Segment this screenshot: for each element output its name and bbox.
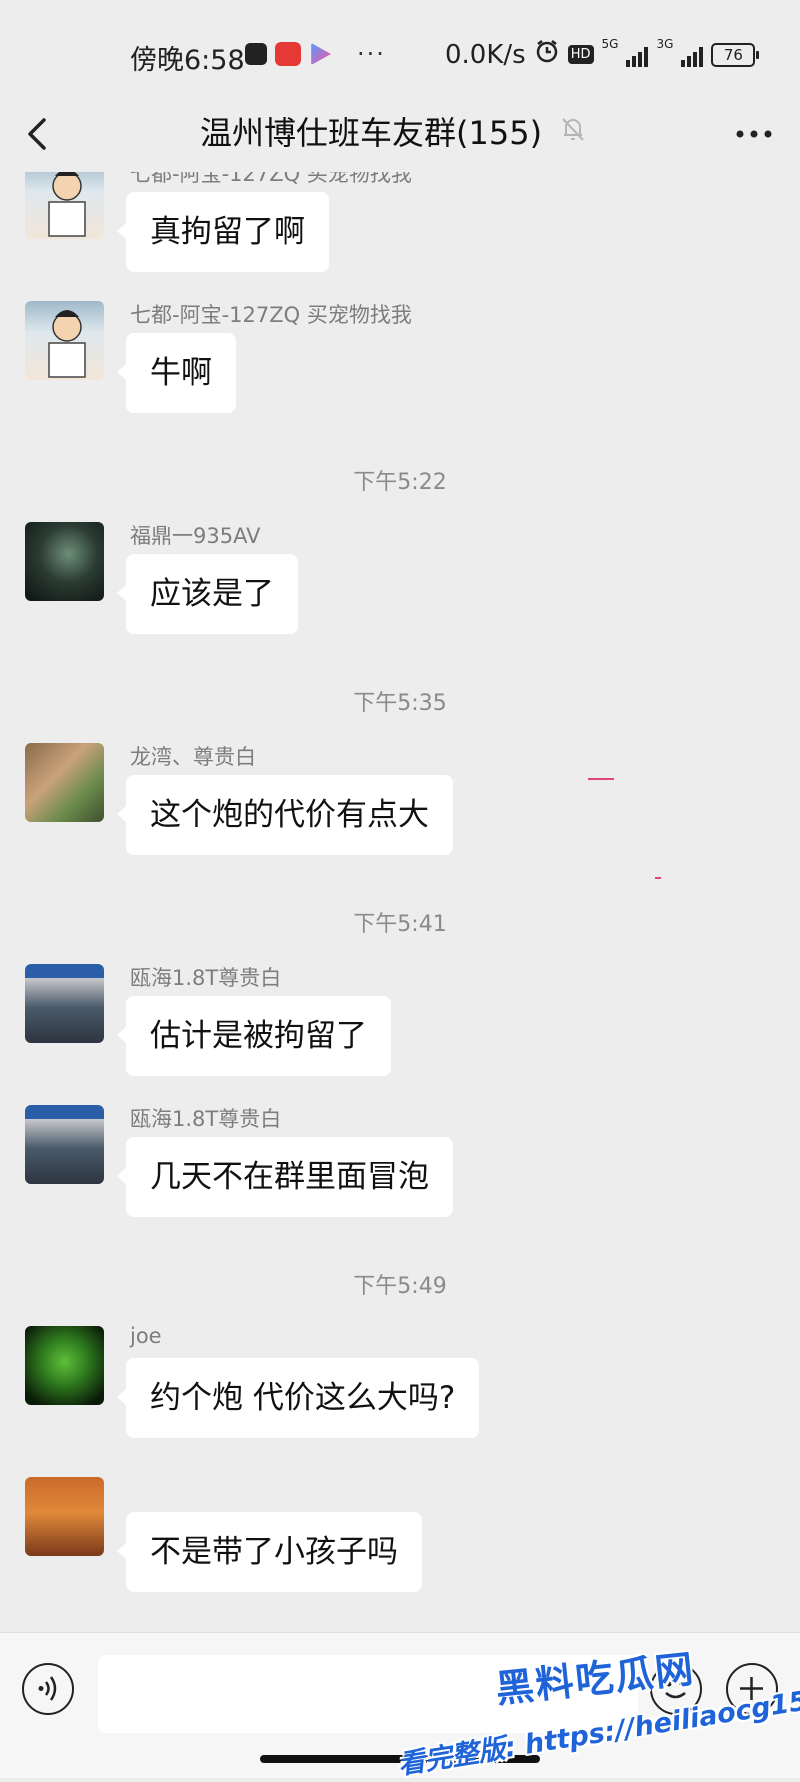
avatar[interactable] [25,743,104,822]
signal-icon [626,43,649,67]
app-notification-icon [245,43,267,65]
message-bubble[interactable]: 约个炮 代价这么大吗? [116,1358,480,1438]
net-speed: 0.0K/s [445,39,526,70]
chat-header: 温州博仕班车友群(155) [0,100,800,172]
sender-name: 七都-阿宝-127ZQ 买宠物找我 [130,172,412,186]
sender-name: 福鼎一935AV [130,524,261,548]
message-bubble[interactable]: 这个炮的代价有点大 [117,775,453,855]
status-bar: 傍晚6:58 ··· 0.0K/s HD 5G 3G 76 [0,0,800,100]
chevron-left-icon [28,118,46,150]
cartoon-avatar-icon [48,172,86,237]
time-divider: 下午5:22 [353,470,447,495]
avatar[interactable] [25,1326,104,1405]
red-app-notification-icon [275,42,301,66]
back-button[interactable] [22,108,62,158]
avatar[interactable] [25,301,104,380]
sender-name: 七都-阿宝-127ZQ 买宠物找我 [130,303,412,327]
play-app-notification-icon [311,43,331,65]
more-notifications-icon: ··· [357,40,386,68]
avatar[interactable] [25,522,104,601]
time-divider: 下午5:49 [353,1274,447,1299]
sender-name: joe [130,1324,162,1348]
status-indicators: 0.0K/s HD 5G 3G 76 [445,37,760,71]
status-time: 傍晚6:58 [130,45,245,76]
chat-title-group: 温州博仕班车友群(155) [200,108,588,154]
cartoon-avatar-icon [48,310,86,378]
signal-icon-2 [681,43,704,67]
mute-bell-icon [558,114,588,148]
hd-icon: HD [567,45,594,64]
avatar[interactable] [25,1105,104,1184]
message-bubble[interactable]: 应该是了 [117,554,298,634]
message-bubble[interactable]: 真拘留了啊 [117,192,329,272]
message-bubble[interactable]: 几天不在群里面冒泡 [117,1137,453,1217]
time-divider: 下午5:35 [353,691,447,716]
message-bubble[interactable]: 不是带了小孩子吗 [117,1512,422,1592]
chat-title: 温州博仕班车友群(155) [200,114,543,152]
sender-name: 瓯海1.8T尊贵白 [130,966,282,990]
battery-icon: 76 [711,42,760,67]
voice-icon [38,1676,57,1701]
stray-mark [588,778,614,780]
network-type-2: 3G [656,37,674,51]
time-divider: 下午5:41 [353,912,447,937]
more-options-button[interactable] [730,108,778,158]
stray-mark [655,877,661,879]
avatar[interactable] [25,964,104,1043]
network-type-1: 5G [601,37,619,51]
notification-icons: ··· [245,40,386,68]
alarm-icon [534,38,560,71]
more-horizontal-icon [736,130,772,138]
avatar[interactable] [25,172,104,239]
sender-name: 瓯海1.8T尊贵白 [130,1107,282,1131]
message-bubble[interactable]: 牛啊 [117,333,236,413]
avatar[interactable] [25,1477,104,1556]
sender-name: 龙湾、尊贵白 [130,745,256,769]
message-list[interactable]: 七都-阿宝-127ZQ 买宠物找我 真拘留了啊 七都-阿宝-127ZQ 买宠物找… [0,172,800,1632]
voice-input-button[interactable] [22,1663,74,1715]
message-bubble[interactable]: 估计是被拘留了 [117,996,391,1076]
